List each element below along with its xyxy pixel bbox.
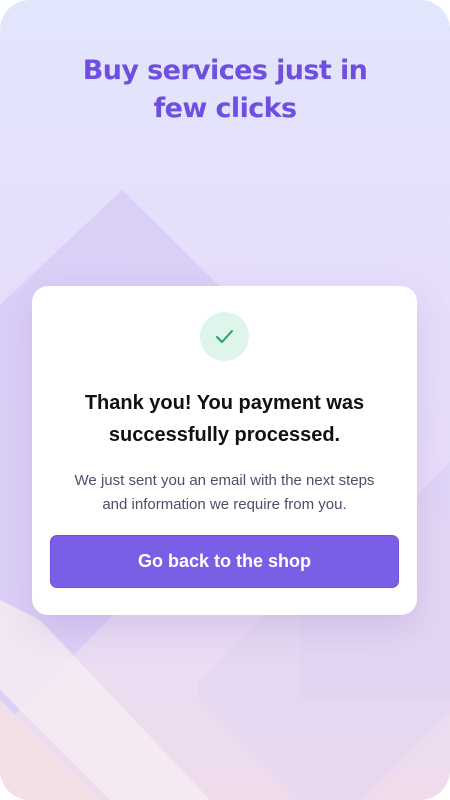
confirmation-message: We just sent you an email with the next … [32,469,417,517]
success-badge [200,312,249,361]
screen: Buy services just in few clicks Thank yo… [0,0,450,800]
go-back-to-shop-button[interactable]: Go back to the shop [50,535,399,588]
confirmation-title: Thank you! You payment was successfully … [32,387,417,451]
headline-line-1: Buy services just in [82,55,368,86]
confirmation-title-line-1: Thank you! You payment was [84,392,365,414]
checkmark-icon [216,330,233,343]
confirmation-message-line-2: and information we require from you. [102,496,347,513]
page-headline: Buy services just in few clicks [0,52,450,128]
headline-line-2: few clicks [153,93,298,124]
confirmation-message-line-1: We just sent you an email with the next … [74,472,375,489]
payment-success-card: Thank you! You payment was successfully … [32,286,417,615]
confirmation-title-line-2: successfully processed. [108,424,341,446]
